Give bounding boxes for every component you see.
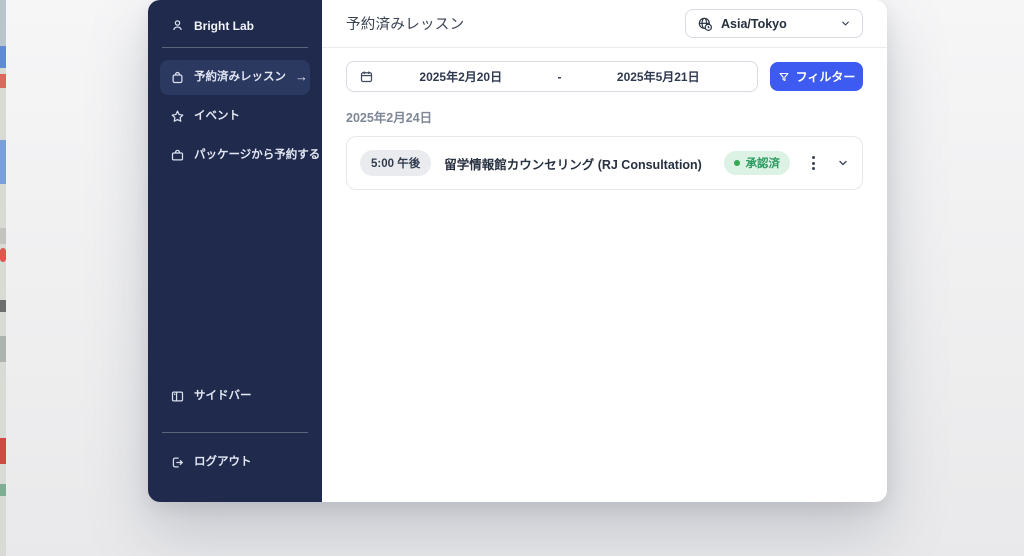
calendar-icon <box>359 69 374 84</box>
user-icon <box>170 18 185 33</box>
globe-clock-icon <box>697 16 713 32</box>
sidebar-item-events[interactable]: イベント <box>160 99 310 134</box>
status-dot-icon <box>734 160 740 166</box>
app-window: Bright Lab 予約済みレッスン → イベント パッケージから予約する <box>148 0 887 502</box>
lesson-title: 留学情報館カウンセリング (RJ Consultation) <box>444 154 702 173</box>
date-range-end: 2025年5月21日 <box>572 68 746 85</box>
timezone-select[interactable]: Asia/Tokyo <box>685 9 863 38</box>
timezone-value: Asia/Tokyo <box>721 17 787 31</box>
toolbar: 2025年2月20日 - 2025年5月21日 フィルター <box>346 61 863 92</box>
sidebar-item-label: イベント <box>194 110 240 123</box>
filter-button[interactable]: フィルター <box>770 62 863 91</box>
sidebar-layout-icon <box>170 389 185 404</box>
main-header: 予約済みレッスン Asia/Tokyo <box>322 0 887 48</box>
date-range-start: 2025年2月20日 <box>374 68 548 85</box>
main-panel: 予約済みレッスン Asia/Tokyo <box>322 0 887 502</box>
background-page-sliver <box>0 0 6 556</box>
lesson-row-actions: 承認済 <box>724 151 850 175</box>
lesson-row[interactable]: 5:00 午後 留学情報館カウンセリング (RJ Consultation) 承… <box>346 136 863 190</box>
sidebar-item-booked-lessons[interactable]: 予約済みレッスン → <box>160 60 310 95</box>
date-range-picker[interactable]: 2025年2月20日 - 2025年5月21日 <box>346 61 758 92</box>
chevron-down-icon <box>840 18 851 29</box>
sidebar-item-toggle-sidebar[interactable]: サイドバー <box>160 379 310 414</box>
sidebar-divider <box>162 47 308 48</box>
brand-label: Bright Lab <box>194 19 254 33</box>
page-title: 予約済みレッスン <box>346 13 464 34</box>
date-range-separator: - <box>548 70 572 84</box>
sidebar-item-label: 予約済みレッスン <box>194 71 286 84</box>
sidebar-item-label: パッケージから予約する <box>194 149 320 162</box>
bag-icon <box>170 70 185 85</box>
funnel-icon <box>778 71 790 83</box>
status-label: 承認済 <box>746 155 781 171</box>
sidebar-item-book-from-package[interactable]: パッケージから予約する <box>160 138 310 173</box>
sidebar-spacer <box>160 177 310 379</box>
kebab-menu-icon[interactable] <box>807 153 820 173</box>
brand: Bright Lab <box>160 12 310 43</box>
lesson-group-date: 2025年2月24日 <box>346 107 863 126</box>
logout-icon <box>170 455 185 470</box>
star-icon <box>170 109 185 124</box>
status-badge: 承認済 <box>724 151 791 175</box>
expand-chevron-icon[interactable] <box>837 157 849 169</box>
sidebar-item-label: ログアウト <box>194 456 252 469</box>
sidebar-item-label: サイドバー <box>194 390 252 403</box>
sidebar: Bright Lab 予約済みレッスン → イベント パッケージから予約する <box>148 0 322 502</box>
briefcase-icon <box>170 148 185 163</box>
sidebar-divider <box>162 432 308 433</box>
lesson-time-pill: 5:00 午後 <box>360 150 431 176</box>
sidebar-item-logout[interactable]: ログアウト <box>160 445 310 480</box>
arrow-right-icon: → <box>295 70 308 84</box>
filter-button-label: フィルター <box>796 68 856 85</box>
main-content: 2025年2月20日 - 2025年5月21日 フィルター 2025年2月24日… <box>322 48 887 203</box>
